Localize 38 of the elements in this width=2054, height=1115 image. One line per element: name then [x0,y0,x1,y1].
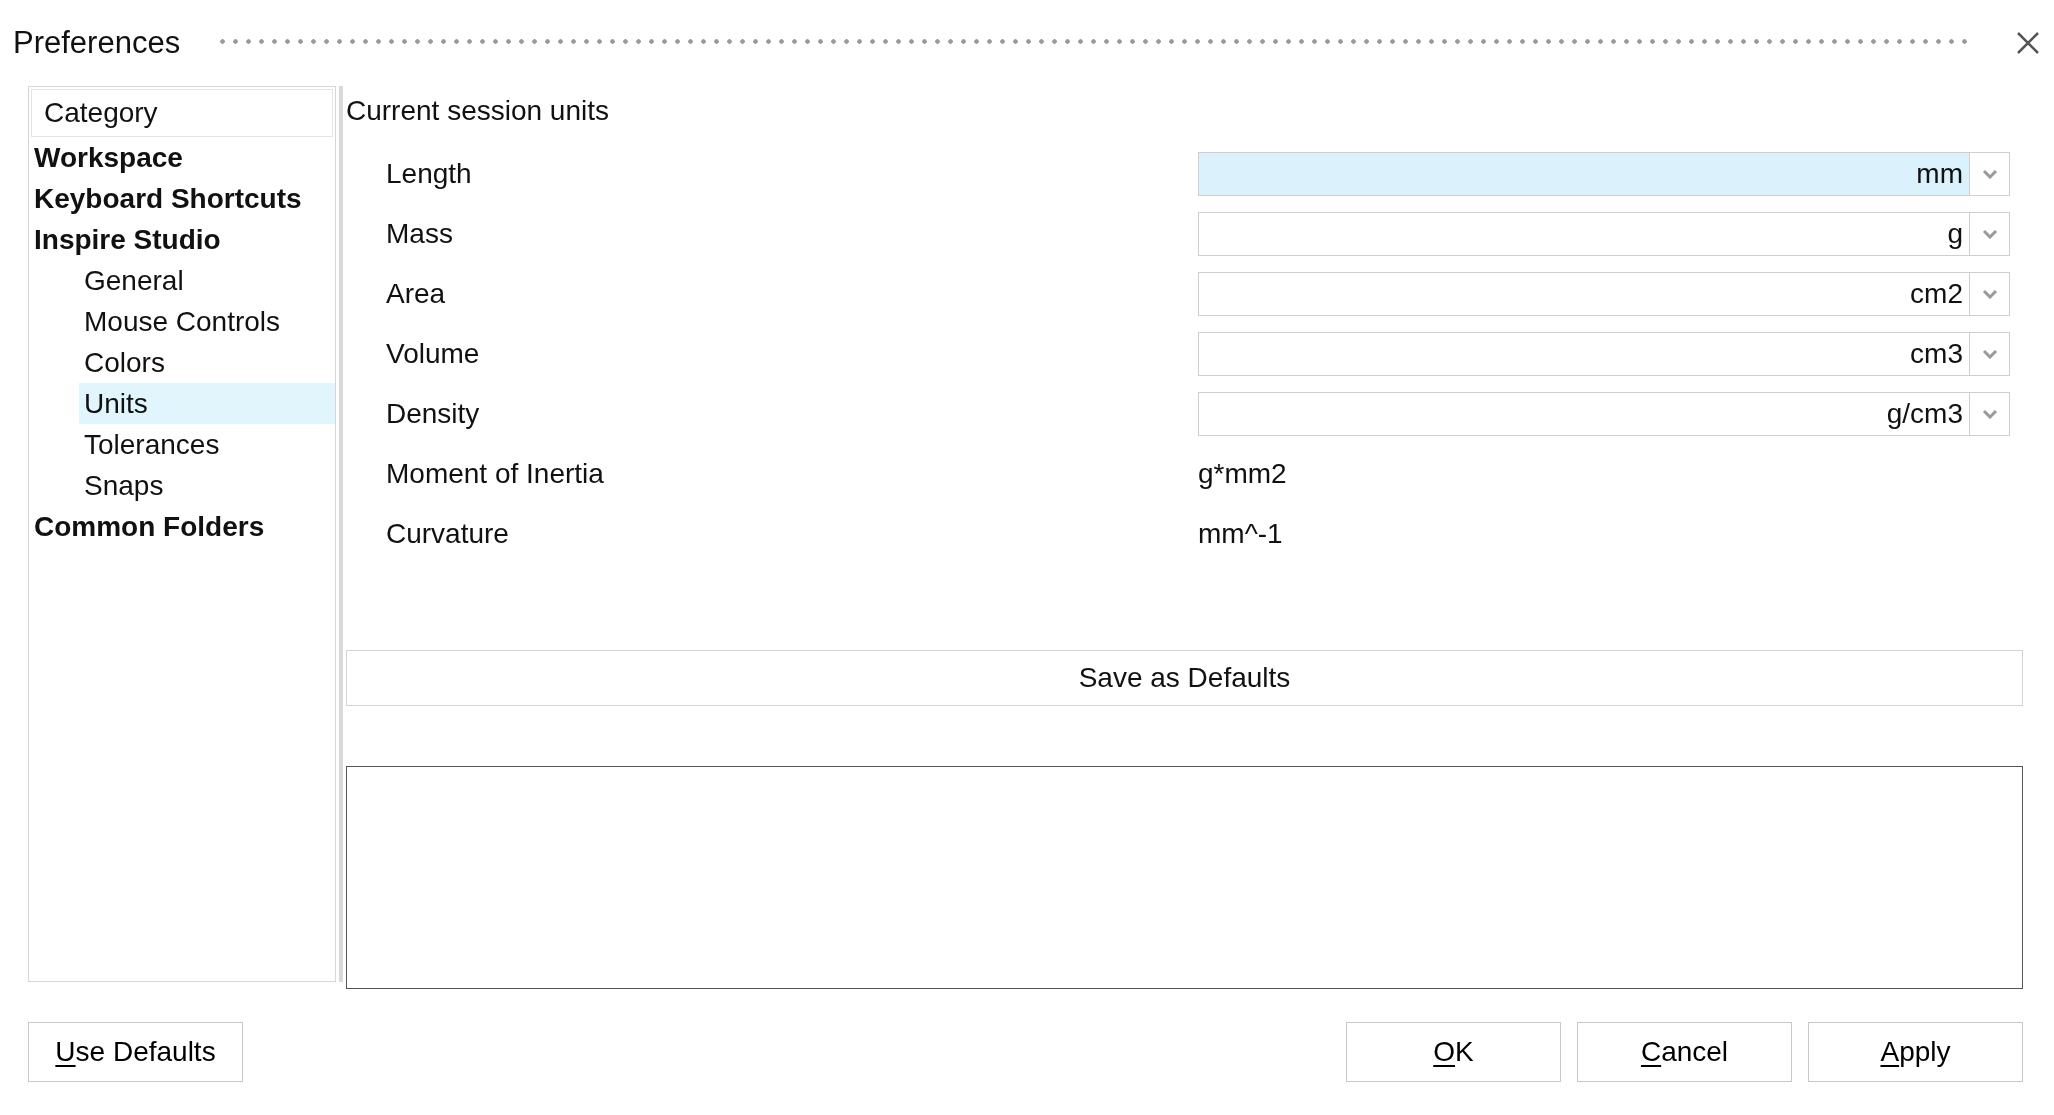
chevron-down-icon [1981,349,1998,360]
unit-dropdown[interactable]: mm [1198,152,2010,197]
dialog-button[interactable]: Cancel [1577,1022,1792,1083]
category-item[interactable]: Inspire Studio [29,219,335,261]
unit-label: Mass [386,217,454,252]
unit-value: mm^-1 [1198,517,1283,552]
close-icon[interactable] [2016,31,2040,56]
category-item[interactable]: Snaps [79,465,335,507]
unit-label: Volume [386,337,481,372]
save-defaults-button[interactable]: Save as Defaults [346,650,2023,707]
unit-dropdown[interactable]: cm2 [1198,272,2010,317]
unit-dropdown[interactable]: g/cm3 [1198,392,2010,437]
unit-label: Length [386,157,473,192]
chevron-down-icon [1981,229,1998,240]
category-item[interactable]: General [79,260,335,302]
unit-dropdown[interactable]: cm3 [1198,332,2010,377]
unit-label: Curvature [386,517,510,552]
dialog-button[interactable]: Use Defaults [28,1022,243,1083]
category-item[interactable]: Mouse Controls [79,301,335,343]
category-item[interactable]: Tolerances [79,424,335,466]
dialog-button[interactable]: OK [1346,1022,1561,1083]
category-item[interactable]: Units [79,383,335,425]
chevron-down-icon [1981,169,1998,180]
category-item[interactable]: Workspace [29,137,335,179]
window-title: Preferences [13,23,181,62]
chevron-down-icon [1981,409,1998,420]
unit-label: Moment of Inertia [386,457,605,492]
chevron-down-icon [1981,289,1998,300]
category-item[interactable]: Keyboard Shortcuts [29,178,335,220]
category-item[interactable]: Colors [79,342,335,384]
unit-value: g*mm2 [1198,457,1287,492]
section-title: Current session units [346,94,609,129]
category-item[interactable]: Common Folders [29,506,335,548]
unit-dropdown[interactable]: g [1198,212,2010,257]
unit-label: Density [386,397,481,432]
dialog-button[interactable]: Apply [1808,1022,2023,1083]
unit-label: Area [386,277,447,312]
category-header: Category [31,89,333,138]
